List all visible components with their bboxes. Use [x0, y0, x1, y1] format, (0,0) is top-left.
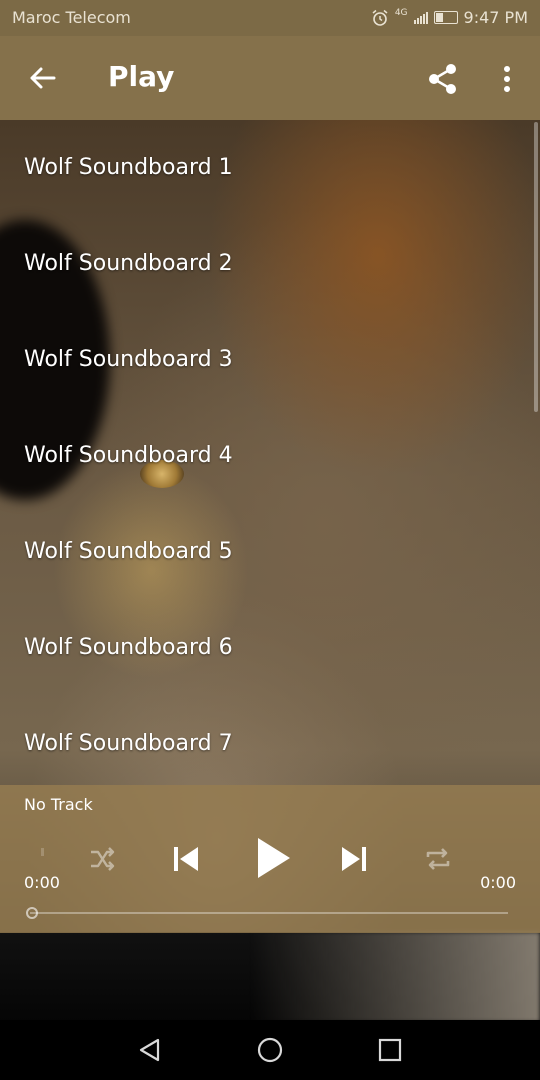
- carrier-name: Maroc Telecom: [12, 8, 131, 27]
- shuffle-icon[interactable]: [88, 845, 116, 873]
- battery-icon: [433, 11, 458, 24]
- signal-icon: [413, 11, 428, 24]
- play-icon[interactable]: [252, 835, 292, 881]
- next-track-icon[interactable]: [338, 843, 370, 875]
- list-item[interactable]: Wolf Soundboard 3: [0, 312, 540, 408]
- list-item[interactable]: Wolf Soundboard 6: [0, 600, 540, 696]
- previous-track-icon[interactable]: [170, 843, 202, 875]
- more-options-icon[interactable]: [496, 64, 518, 94]
- seek-handle[interactable]: [26, 907, 38, 919]
- soundboard-list: Wolf Soundboard 1 Wolf Soundboard 2 Wolf…: [0, 120, 540, 785]
- status-time: 9:47 PM: [463, 8, 528, 27]
- app-bar: Play: [0, 36, 540, 120]
- alarm-icon: [372, 9, 388, 26]
- share-icon[interactable]: [426, 62, 460, 96]
- volume-indicator-icon: [41, 848, 44, 856]
- elapsed-time: 0:00: [24, 873, 60, 892]
- back-arrow-icon[interactable]: [26, 62, 58, 94]
- status-icons: 4G 9:47 PM: [371, 8, 528, 27]
- track-title: No Track: [24, 795, 93, 814]
- network-type: 4G: [394, 8, 408, 18]
- status-bar: Maroc Telecom 4G 9:47 PM: [0, 0, 540, 36]
- list-scrollbar[interactable]: [534, 122, 538, 412]
- media-player: No Track 0:00 0:00: [0, 785, 540, 933]
- seek-bar[interactable]: [30, 912, 508, 914]
- list-item[interactable]: Wolf Soundboard 2: [0, 216, 540, 312]
- list-item[interactable]: Wolf Soundboard 4: [0, 408, 540, 504]
- list-item[interactable]: Wolf Soundboard 1: [0, 120, 540, 216]
- page-title: Play: [108, 60, 175, 93]
- list-item[interactable]: Wolf Soundboard 7: [0, 696, 540, 792]
- nav-recents-icon[interactable]: [376, 1036, 404, 1064]
- total-duration: 0:00: [480, 873, 516, 892]
- system-nav-bar: [0, 1020, 540, 1080]
- repeat-icon[interactable]: [422, 843, 454, 875]
- list-item[interactable]: Wolf Soundboard 5: [0, 504, 540, 600]
- nav-back-icon[interactable]: [136, 1036, 164, 1064]
- nav-home-icon[interactable]: [256, 1036, 284, 1064]
